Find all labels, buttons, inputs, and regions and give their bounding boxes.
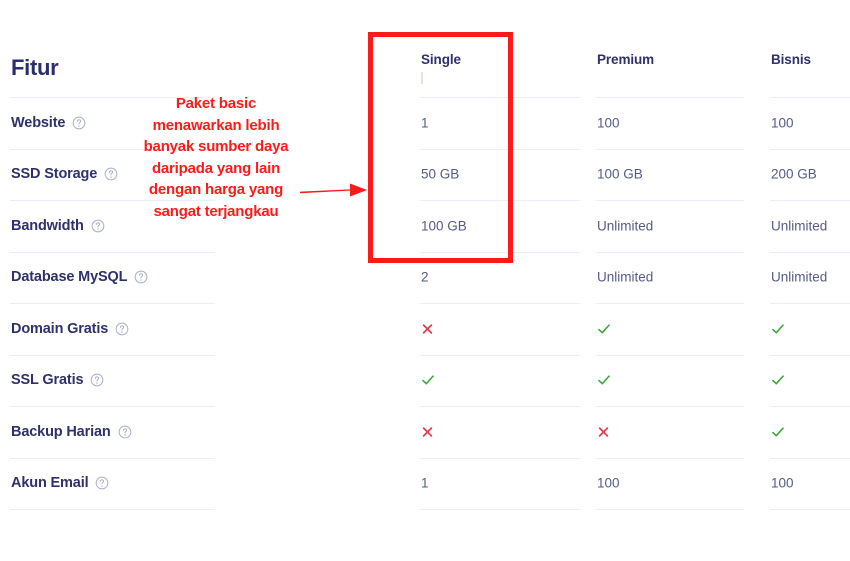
row-separator — [596, 354, 744, 356]
row-separator — [596, 406, 744, 407]
feature-label: Domain Gratis — [11, 321, 129, 337]
help-circle-icon[interactable] — [90, 373, 104, 387]
row-separator — [420, 406, 580, 407]
feature-name: Backup Harian — [11, 423, 111, 440]
row-separator — [420, 303, 580, 304]
row-separator — [770, 509, 850, 510]
table-row-partial — [0, 509, 850, 561]
column-header-premium: Premium — [597, 52, 655, 67]
bisnis-check-icon — [771, 425, 785, 439]
column-header-bisnis: Bisnis — [771, 52, 811, 67]
feature-label: SSL Gratis — [11, 372, 104, 388]
help-circle-icon[interactable] — [91, 219, 105, 233]
feature-label: Backup Harian — [11, 424, 132, 440]
single-value: 100 GB — [421, 218, 467, 234]
table-row: SSL Gratis — [0, 354, 850, 407]
row-separator — [770, 148, 850, 150]
row-separator — [420, 509, 580, 510]
single-value: 1 — [421, 115, 429, 131]
help-circle-icon[interactable] — [118, 425, 132, 439]
help-circle-icon[interactable] — [115, 322, 129, 336]
table-row: SSD Storage 50 GB 100 GB 200 GB — [0, 148, 850, 201]
premium-cross-icon — [597, 425, 610, 438]
bisnis-value: Unlimited — [771, 218, 828, 234]
bisnis-value: 100 — [771, 115, 794, 131]
bisnis-value: 100 — [771, 475, 794, 491]
feature-name: SSD Storage — [11, 166, 98, 183]
row-separator — [770, 406, 850, 407]
row-separator — [420, 200, 580, 201]
row-separator — [770, 457, 850, 459]
feature-label: Akun Email — [11, 475, 109, 491]
row-separator — [770, 200, 850, 201]
feature-name: Website — [11, 114, 66, 131]
table-row: Backup Harian — [0, 406, 850, 458]
bisnis-value: Unlimited — [771, 269, 828, 285]
row-separator — [596, 303, 744, 304]
row-separator — [770, 251, 850, 253]
feature-comparison-table: Fitur Single Premium Bisnis Website 1 100 1… — [0, 0, 850, 531]
bisnis-value: 200 GB — [771, 166, 817, 182]
feature-label: Website — [11, 115, 86, 131]
row-separator — [420, 148, 580, 150]
row-separator — [596, 509, 744, 510]
help-circle-icon[interactable] — [134, 270, 148, 284]
row-separator — [770, 97, 850, 98]
annotation-text: Paket basic menawarkan lebih banyak sumb… — [143, 95, 289, 220]
row-separator — [770, 354, 850, 356]
row-separator — [770, 303, 850, 304]
row-separator — [596, 251, 744, 253]
table-row: Bandwidth 100 GB Unlimited Unlimited — [0, 200, 850, 252]
premium-check-icon — [597, 373, 611, 387]
premium-value: 100 — [597, 115, 620, 131]
premium-value: Unlimited — [597, 269, 654, 285]
bisnis-check-icon — [771, 322, 785, 336]
single-cross-icon — [421, 322, 434, 335]
row-separator — [420, 97, 580, 98]
row-separator — [596, 457, 744, 459]
single-value: 2 — [421, 269, 429, 285]
row-separator — [420, 457, 580, 459]
single-cross-icon — [421, 425, 434, 438]
page-title: Fitur — [11, 55, 59, 80]
table-header: Fitur Single Premium Bisnis — [0, 0, 850, 97]
premium-value: 100 — [597, 475, 620, 491]
row-separator — [10, 457, 215, 459]
feature-name: SSL Gratis — [11, 372, 84, 389]
help-circle-icon[interactable] — [95, 476, 109, 490]
help-circle-icon[interactable] — [104, 167, 118, 181]
feature-name: Database MySQL — [11, 269, 128, 286]
single-check-icon — [421, 373, 435, 387]
single-value: 50 GB — [421, 166, 460, 182]
single-value: 1 — [421, 475, 429, 491]
row-separator — [596, 200, 744, 201]
row-separator — [420, 354, 580, 356]
table-row: Database MySQL 2 Unlimited Unlimited — [0, 251, 850, 304]
premium-value: Unlimited — [597, 218, 654, 234]
row-separator — [10, 406, 215, 407]
row-separator — [420, 251, 580, 253]
premium-value: 100 GB — [597, 166, 643, 182]
feature-label: Bandwidth — [11, 218, 105, 234]
feature-name: Akun Email — [11, 475, 89, 492]
feature-label: Database MySQL — [11, 269, 148, 285]
bisnis-check-icon — [771, 373, 785, 387]
row-separator — [596, 97, 744, 98]
premium-check-icon — [597, 322, 611, 336]
feature-name: Bandwidth — [11, 217, 84, 234]
text-caret-artifact — [421, 72, 423, 84]
feature-label: SSD Storage — [11, 166, 118, 182]
help-circle-icon[interactable] — [72, 116, 86, 130]
row-separator — [10, 303, 215, 304]
arrow-right-icon — [300, 182, 368, 198]
feature-name: Domain Gratis — [11, 320, 109, 337]
row-separator — [596, 148, 744, 150]
row-separator — [10, 509, 215, 510]
row-separator — [10, 251, 215, 253]
table-row: Domain Gratis — [0, 303, 850, 355]
row-separator — [10, 354, 215, 356]
table-row: Akun Email 1 100 100 — [0, 457, 850, 510]
column-header-single: Single — [421, 52, 461, 67]
table-row: Website 1 100 100 — [0, 97, 850, 149]
